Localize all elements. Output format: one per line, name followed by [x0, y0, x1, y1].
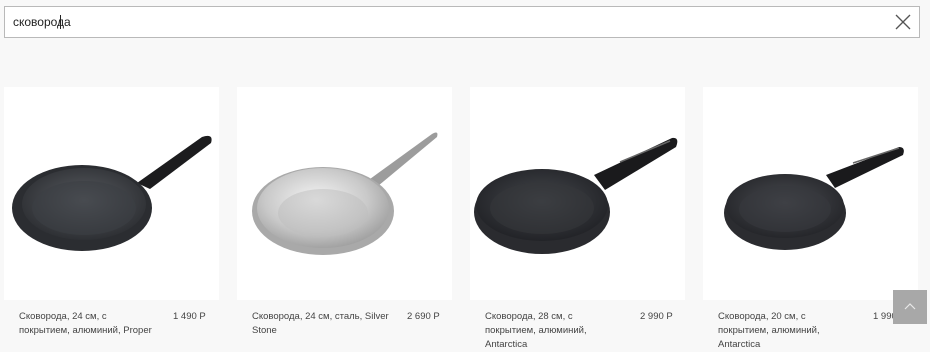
- close-icon[interactable]: [893, 12, 913, 32]
- product-name[interactable]: Сковорода, 28 см, с покрытием, алюминий,…: [485, 310, 625, 352]
- search-bar: [4, 6, 920, 38]
- chevron-up-icon: [904, 303, 916, 310]
- product-price: 1 490 Р: [173, 311, 206, 322]
- search-input[interactable]: [13, 7, 873, 37]
- product-image[interactable]: [703, 87, 918, 300]
- product-card[interactable]: Сковорода, 24 см, с покрытием, алюминий,…: [4, 87, 219, 343]
- product-name[interactable]: Сковорода, 24 см, сталь, Silver Stone: [252, 310, 392, 338]
- product-image[interactable]: [4, 87, 219, 300]
- product-price: 2 990 Р: [640, 311, 673, 322]
- product-image[interactable]: [237, 87, 452, 300]
- product-price: 2 690 Р: [407, 311, 440, 322]
- product-card[interactable]: Сковорода, 24 см, сталь, Silver Stone 2 …: [237, 87, 452, 343]
- product-image[interactable]: [470, 87, 685, 300]
- product-card[interactable]: Сковорода, 20 см, с покрытием, алюминий,…: [703, 87, 918, 350]
- scroll-top-button[interactable]: [893, 290, 927, 324]
- product-name[interactable]: Сковорода, 20 см, с покрытием, алюминий,…: [718, 310, 858, 352]
- text-caret: [60, 15, 61, 29]
- product-card[interactable]: Сковорода, 28 см, с покрытием, алюминий,…: [470, 87, 685, 350]
- product-name[interactable]: Сковорода, 24 см, с покрытием, алюминий,…: [19, 310, 159, 338]
